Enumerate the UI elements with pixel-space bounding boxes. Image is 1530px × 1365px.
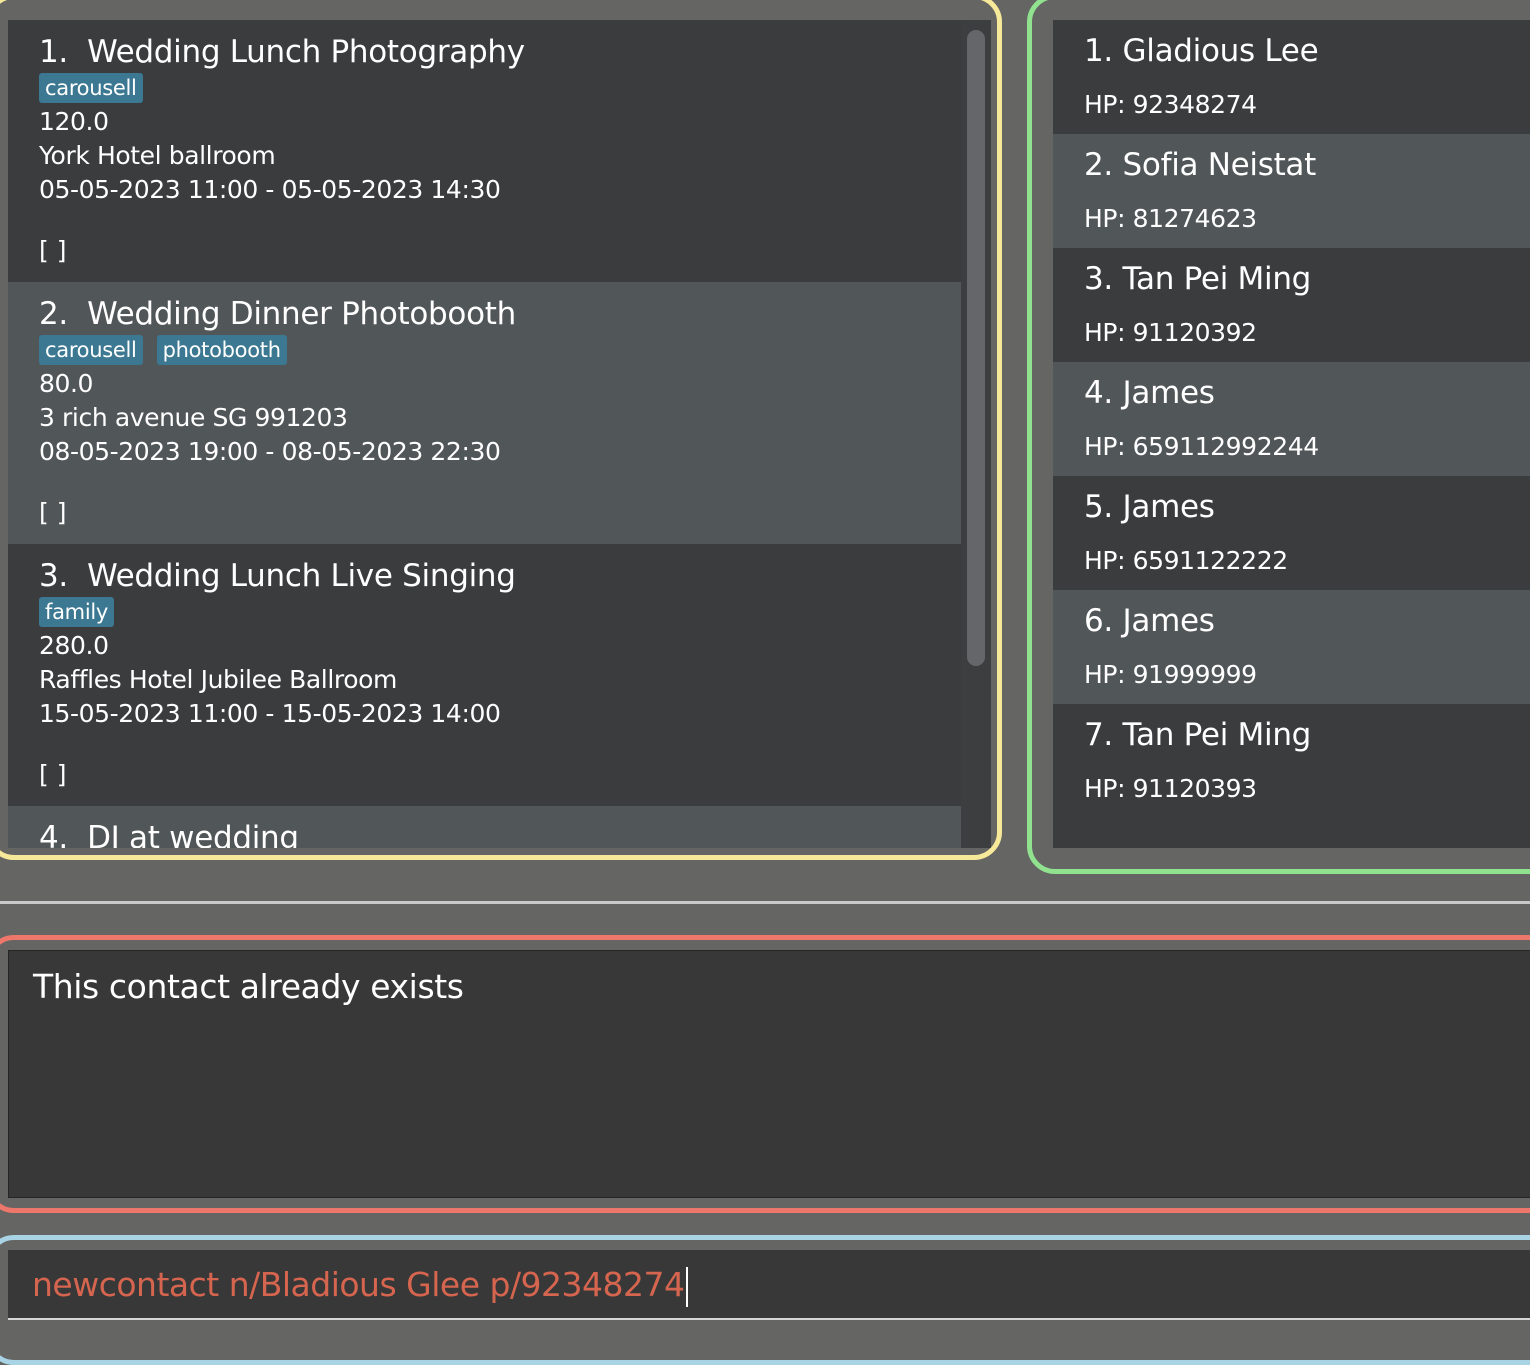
event-rate: 280.0 bbox=[39, 631, 109, 660]
event-contacts: [ ] bbox=[39, 760, 67, 789]
event-index: 4. bbox=[39, 820, 68, 848]
command-value: newcontact n/Bladious Glee p/92348274 bbox=[32, 1265, 685, 1304]
event-title: 1. Wedding Lunch Photography bbox=[39, 33, 961, 71]
command-input-field[interactable]: newcontact n/Bladious Glee p/92348274 bbox=[8, 1250, 1530, 1320]
event-tags: carousell photobooth bbox=[39, 333, 961, 367]
contact-name: 2. Sofia Neistat bbox=[1084, 147, 1316, 183]
event-address: 3 rich avenue SG 991203 bbox=[39, 403, 348, 432]
event-address: Raffles Hotel Jubilee Ballroom bbox=[39, 665, 397, 694]
contact-card[interactable]: 1. Gladious Lee HP: 92348274 bbox=[1053, 20, 1530, 134]
event-name: DJ at wedding bbox=[87, 820, 299, 848]
contact-phone: HP: 91999999 bbox=[1084, 660, 1257, 689]
event-title: 4. DJ at wedding bbox=[39, 819, 961, 848]
contact-phone: HP: 659112992244 bbox=[1084, 432, 1319, 461]
event-rate: 120.0 bbox=[39, 107, 109, 136]
contact-phone: HP: 91120392 bbox=[1084, 318, 1257, 347]
contact-name: 1. Gladious Lee bbox=[1084, 33, 1319, 69]
contact-card[interactable]: 3. Tan Pei Ming HP: 91120392 bbox=[1053, 248, 1530, 362]
event-card[interactable]: 4. DJ at wedding bbox=[8, 806, 961, 848]
event-contacts: [ ] bbox=[39, 498, 67, 527]
contact-card[interactable]: 5. James HP: 6591122222 bbox=[1053, 476, 1530, 590]
event-name: Wedding Lunch Photography bbox=[87, 34, 525, 70]
event-rate: 80.0 bbox=[39, 369, 94, 398]
event-card[interactable]: 3. Wedding Lunch Live Singing family 280… bbox=[8, 544, 961, 806]
result-display[interactable]: This contact already exists bbox=[8, 950, 1530, 1198]
contact-card[interactable]: 4. James HP: 659112992244 bbox=[1053, 362, 1530, 476]
contact-card[interactable]: 2. Sofia Neistat HP: 81274623 bbox=[1053, 134, 1530, 248]
event-index: 2. bbox=[39, 296, 68, 332]
event-index: 3. bbox=[39, 558, 68, 594]
event-name: Wedding Lunch Live Singing bbox=[87, 558, 516, 594]
event-tags: family bbox=[39, 595, 961, 629]
event-tag: family bbox=[39, 597, 115, 627]
contact-name: 4. James bbox=[1084, 375, 1215, 411]
contact-card[interactable]: 6. James HP: 91999999 bbox=[1053, 590, 1530, 704]
event-contacts: [ ] bbox=[39, 236, 67, 265]
contact-name: 7. Tan Pei Ming bbox=[1084, 717, 1312, 753]
command-input-text[interactable]: newcontact n/Bladious Glee p/92348274 bbox=[32, 1264, 688, 1307]
event-list-scrollbar-thumb[interactable] bbox=[967, 30, 985, 666]
event-list[interactable]: 1. Wedding Lunch Photography carousell 1… bbox=[8, 20, 961, 848]
contact-phone: HP: 81274623 bbox=[1084, 204, 1257, 233]
panel-divider[interactable] bbox=[0, 901, 1530, 904]
contact-card[interactable]: 7. Tan Pei Ming HP: 91120393 bbox=[1053, 704, 1530, 818]
event-tag: photobooth bbox=[156, 335, 287, 365]
event-list-scrollbar[interactable] bbox=[961, 20, 991, 848]
contact-phone: HP: 6591122222 bbox=[1084, 546, 1288, 575]
event-timing: 08-05-2023 19:00 - 08-05-2023 22:30 bbox=[39, 437, 501, 466]
contact-list[interactable]: 1. Gladious Lee HP: 92348274 2. Sofia Ne… bbox=[1053, 20, 1530, 848]
event-index: 1. bbox=[39, 34, 68, 70]
contact-phone: HP: 91120393 bbox=[1084, 774, 1257, 803]
event-card[interactable]: 1. Wedding Lunch Photography carousell 1… bbox=[8, 20, 961, 282]
event-tag: carousell bbox=[39, 335, 143, 365]
event-address: York Hotel ballroom bbox=[39, 141, 276, 170]
contact-name: 6. James bbox=[1084, 603, 1215, 639]
event-timing: 05-05-2023 11:00 - 05-05-2023 14:30 bbox=[39, 175, 501, 204]
contact-name: 3. Tan Pei Ming bbox=[1084, 261, 1312, 297]
contact-name: 5. James bbox=[1084, 489, 1215, 525]
event-tags: carousell bbox=[39, 71, 961, 105]
event-tag: carousell bbox=[39, 73, 143, 103]
event-card[interactable]: 2. Wedding Dinner Photobooth carousell p… bbox=[8, 282, 961, 544]
result-message: This contact already exists bbox=[33, 967, 464, 1006]
event-name: Wedding Dinner Photobooth bbox=[87, 296, 516, 332]
text-caret bbox=[685, 1266, 688, 1307]
event-timing: 15-05-2023 11:00 - 15-05-2023 14:00 bbox=[39, 699, 501, 728]
contact-phone: HP: 92348274 bbox=[1084, 90, 1257, 119]
event-title: 2. Wedding Dinner Photobooth bbox=[39, 295, 961, 333]
event-title: 3. Wedding Lunch Live Singing bbox=[39, 557, 961, 595]
